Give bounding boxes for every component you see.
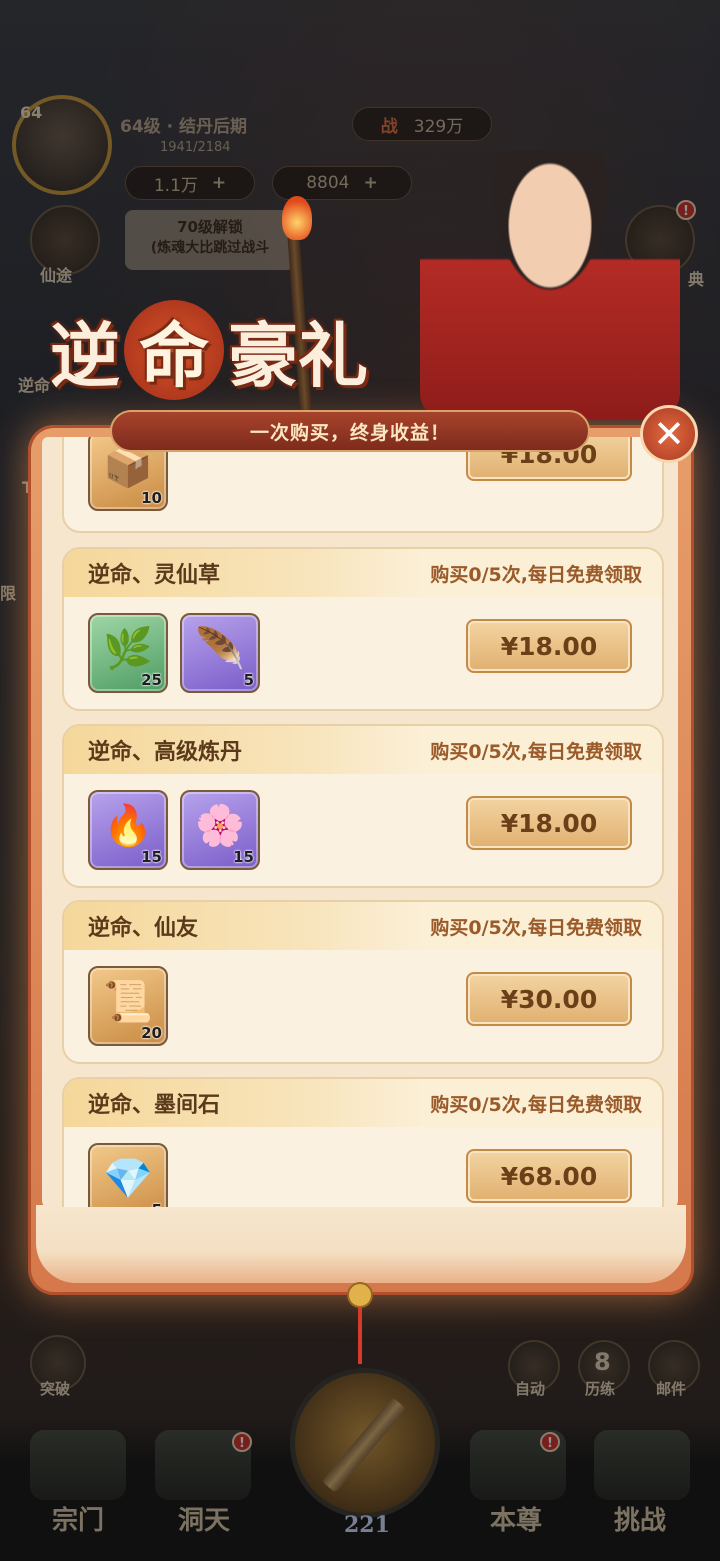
flame-icon [282, 196, 312, 240]
pack-title: 逆命、仙友 [88, 915, 199, 941]
pack-limit: 购买0/5次,每日免费领取 [430, 564, 642, 586]
pack-card: 逆命、墨间石 购买0/5次,每日免费领取 💎 5 ¥68.00 [62, 1077, 664, 1207]
price-button[interactable]: ¥18.00 [466, 796, 632, 850]
pack-item[interactable]: 💎 5 [88, 1143, 168, 1207]
character-portrait [420, 150, 680, 420]
pack-item[interactable]: 🔥 15 [88, 790, 168, 870]
item-count: 5 [152, 1201, 162, 1207]
pack-title: 逆命、高级炼丹 [88, 739, 243, 765]
feather-icon: 🪶 [195, 626, 245, 672]
pill-flower-icon: 🌸 [195, 803, 245, 849]
item-count: 25 [141, 671, 162, 689]
close-icon: ✕ [653, 412, 685, 456]
crystal-stone-icon: 💎 [103, 1156, 153, 1202]
pack-limit: 购买0/5次,每日免费领取 [430, 741, 642, 763]
price-button[interactable]: ¥18.00 [466, 619, 632, 673]
pack-item[interactable]: 🪶 5 [180, 613, 260, 693]
popup-subtitle-ribbon: 一次购买，终身收益！ [110, 410, 590, 452]
jade-tablet-icon: 📜 [103, 979, 153, 1025]
title-char-ni: 逆 [50, 313, 120, 397]
herb-icon: 🌿 [103, 626, 153, 672]
pack-item[interactable]: 📜 20 [88, 966, 168, 1046]
close-button[interactable]: ✕ [640, 405, 698, 463]
pack-item[interactable]: 🌿 25 [88, 613, 168, 693]
flame-crystal-icon: 🔥 [103, 803, 153, 849]
pack-title: 逆命、墨间石 [88, 1092, 221, 1118]
pack-item[interactable]: 🌸 15 [180, 790, 260, 870]
popup-title: 逆 命 豪礼 [50, 300, 430, 400]
pack-card: 逆命、仙友 购买0/5次,每日免费领取 📜 20 ¥30.00 [62, 900, 664, 1064]
pack-card: 逆命、灵仙草 购买0/5次,每日免费领取 🌿 25 🪶 5 ¥18.00 [62, 547, 664, 711]
price-button[interactable]: ¥68.00 [466, 1149, 632, 1203]
title-char-haoli: 豪礼 [228, 313, 368, 397]
item-count: 5 [243, 671, 254, 689]
popup-bottom-decoration [36, 1205, 686, 1283]
tassel-cord [358, 1308, 362, 1364]
tassel-knot-icon [347, 1282, 373, 1308]
title-seal: 命 [124, 300, 224, 400]
item-count: 20 [141, 1024, 162, 1042]
price-button[interactable]: ¥30.00 [466, 972, 632, 1026]
pack-card: 逆命、高级炼丹 购买0/5次,每日免费领取 🔥 15 🌸 15 ¥18.00 [62, 724, 664, 888]
item-count: 15 [141, 848, 162, 866]
pack-limit: 购买0/5次,每日免费领取 [430, 917, 642, 939]
pack-title: 逆命、灵仙草 [88, 562, 221, 588]
popup-subtitle: 一次购买，终身收益！ [249, 421, 450, 444]
item-count: 10 [141, 489, 162, 507]
pack-limit: 购买0/5次,每日免费领取 [430, 1094, 642, 1116]
item-count: 15 [233, 848, 254, 866]
